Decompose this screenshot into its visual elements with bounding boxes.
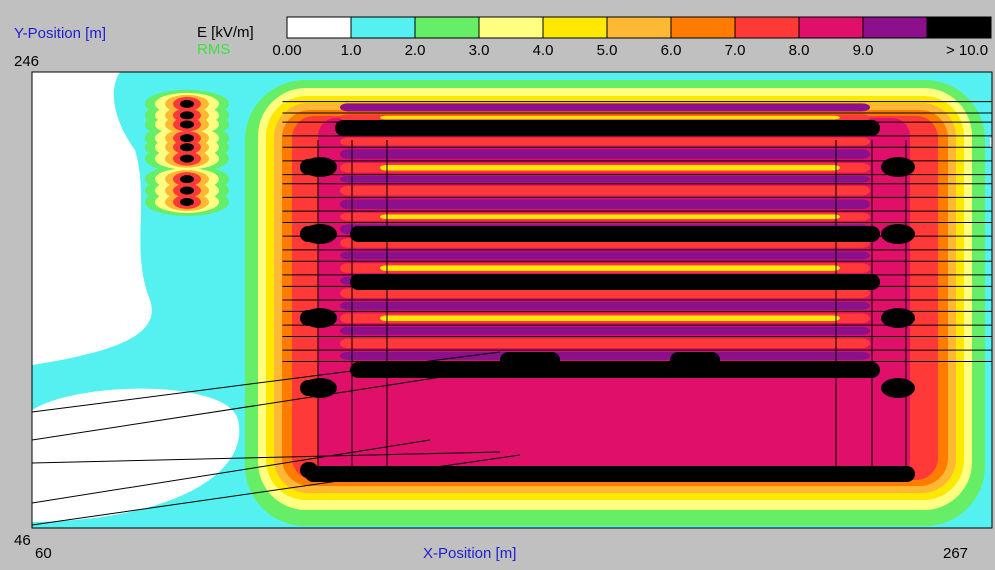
field-chart: 0.00 1.0 2.0 3.0 4.0 5.0 6.0 7.0 8.0 9.0 > 10.0 bbox=[31, 16, 993, 529]
cluster-conductor bbox=[180, 197, 194, 206]
y-min-label: 46 bbox=[14, 532, 31, 549]
field-band bbox=[340, 251, 870, 260]
x-max-label: 267 bbox=[943, 545, 969, 562]
cluster-conductor bbox=[180, 175, 194, 184]
colorbar-swatch bbox=[798, 16, 864, 39]
y-max-label: 246 bbox=[14, 53, 40, 70]
field-band bbox=[340, 137, 870, 146]
colorbar-tick-label: 9.0 bbox=[853, 42, 874, 59]
cluster-conductor bbox=[180, 134, 194, 143]
conductor-node bbox=[303, 378, 337, 398]
cluster-conductor bbox=[180, 154, 194, 163]
field-band bbox=[340, 326, 870, 335]
colorbar-swatch bbox=[542, 16, 608, 39]
field-band bbox=[340, 185, 870, 196]
colorbar-tick-label: 6.0 bbox=[661, 42, 682, 59]
field-band bbox=[340, 338, 870, 349]
colorbar-swatch bbox=[926, 16, 992, 39]
conductor-node bbox=[303, 224, 337, 244]
cluster-conductor bbox=[180, 99, 194, 108]
rms-label: RMS bbox=[197, 41, 231, 58]
field-band-low bbox=[380, 165, 840, 171]
quantity-label: E [kV/m] bbox=[197, 24, 254, 41]
cluster-conductor bbox=[180, 143, 194, 152]
field-band-low bbox=[380, 315, 840, 321]
field-band-low bbox=[380, 115, 840, 120]
colorbar-swatch bbox=[734, 16, 800, 39]
field-band bbox=[340, 301, 870, 310]
heatmap-plot bbox=[32, 72, 992, 528]
cluster-conductor bbox=[180, 111, 194, 120]
field-band bbox=[340, 175, 870, 183]
field-band bbox=[340, 149, 870, 159]
field-band-low bbox=[380, 214, 840, 220]
field-band bbox=[340, 103, 870, 112]
y-axis-label: Y-Position [m] bbox=[14, 25, 106, 42]
cluster-conductor bbox=[180, 120, 194, 129]
colorbar: 0.00 1.0 2.0 3.0 4.0 5.0 6.0 7.0 8.0 9.0 > 10.0 bbox=[272, 16, 992, 59]
conductor-strong-field bbox=[350, 362, 880, 378]
colorbar-tick-label: > 10.0 bbox=[946, 42, 988, 59]
colorbar-tick-label: 2.0 bbox=[405, 42, 426, 59]
colorbar-tick-label: 8.0 bbox=[789, 42, 810, 59]
colorbar-swatch bbox=[286, 16, 352, 39]
conductor-node bbox=[881, 378, 915, 398]
colorbar-tick-label: 0.00 bbox=[272, 42, 301, 59]
colorbar-swatch bbox=[414, 16, 480, 39]
colorbar-swatch bbox=[606, 16, 672, 39]
colorbar-tick-label: 3.0 bbox=[469, 42, 490, 59]
colorbar-swatch bbox=[862, 16, 928, 39]
colorbar-tick-label: 7.0 bbox=[725, 42, 746, 59]
colorbar-tick-label: 5.0 bbox=[597, 42, 618, 59]
conductor-node bbox=[881, 157, 915, 177]
conductor-strong-field bbox=[305, 466, 915, 482]
x-axis-label: X-Position [m] bbox=[423, 545, 517, 562]
colorbar-swatch bbox=[350, 16, 416, 39]
cluster-conductor bbox=[180, 186, 194, 195]
field-band bbox=[340, 199, 870, 210]
x-min-label: 60 bbox=[35, 545, 52, 562]
conductor-node bbox=[303, 157, 337, 177]
conductor-strong-field bbox=[350, 226, 880, 242]
colorbar-tick-label: 4.0 bbox=[533, 42, 554, 59]
conductor-node bbox=[881, 224, 915, 244]
colorbar-tick-label: 1.0 bbox=[341, 42, 362, 59]
field-band bbox=[340, 351, 870, 360]
conductor-strong-field bbox=[350, 274, 880, 290]
colorbar-swatch bbox=[670, 16, 736, 39]
colorbar-swatch bbox=[478, 16, 544, 39]
field-band-low bbox=[380, 265, 840, 271]
